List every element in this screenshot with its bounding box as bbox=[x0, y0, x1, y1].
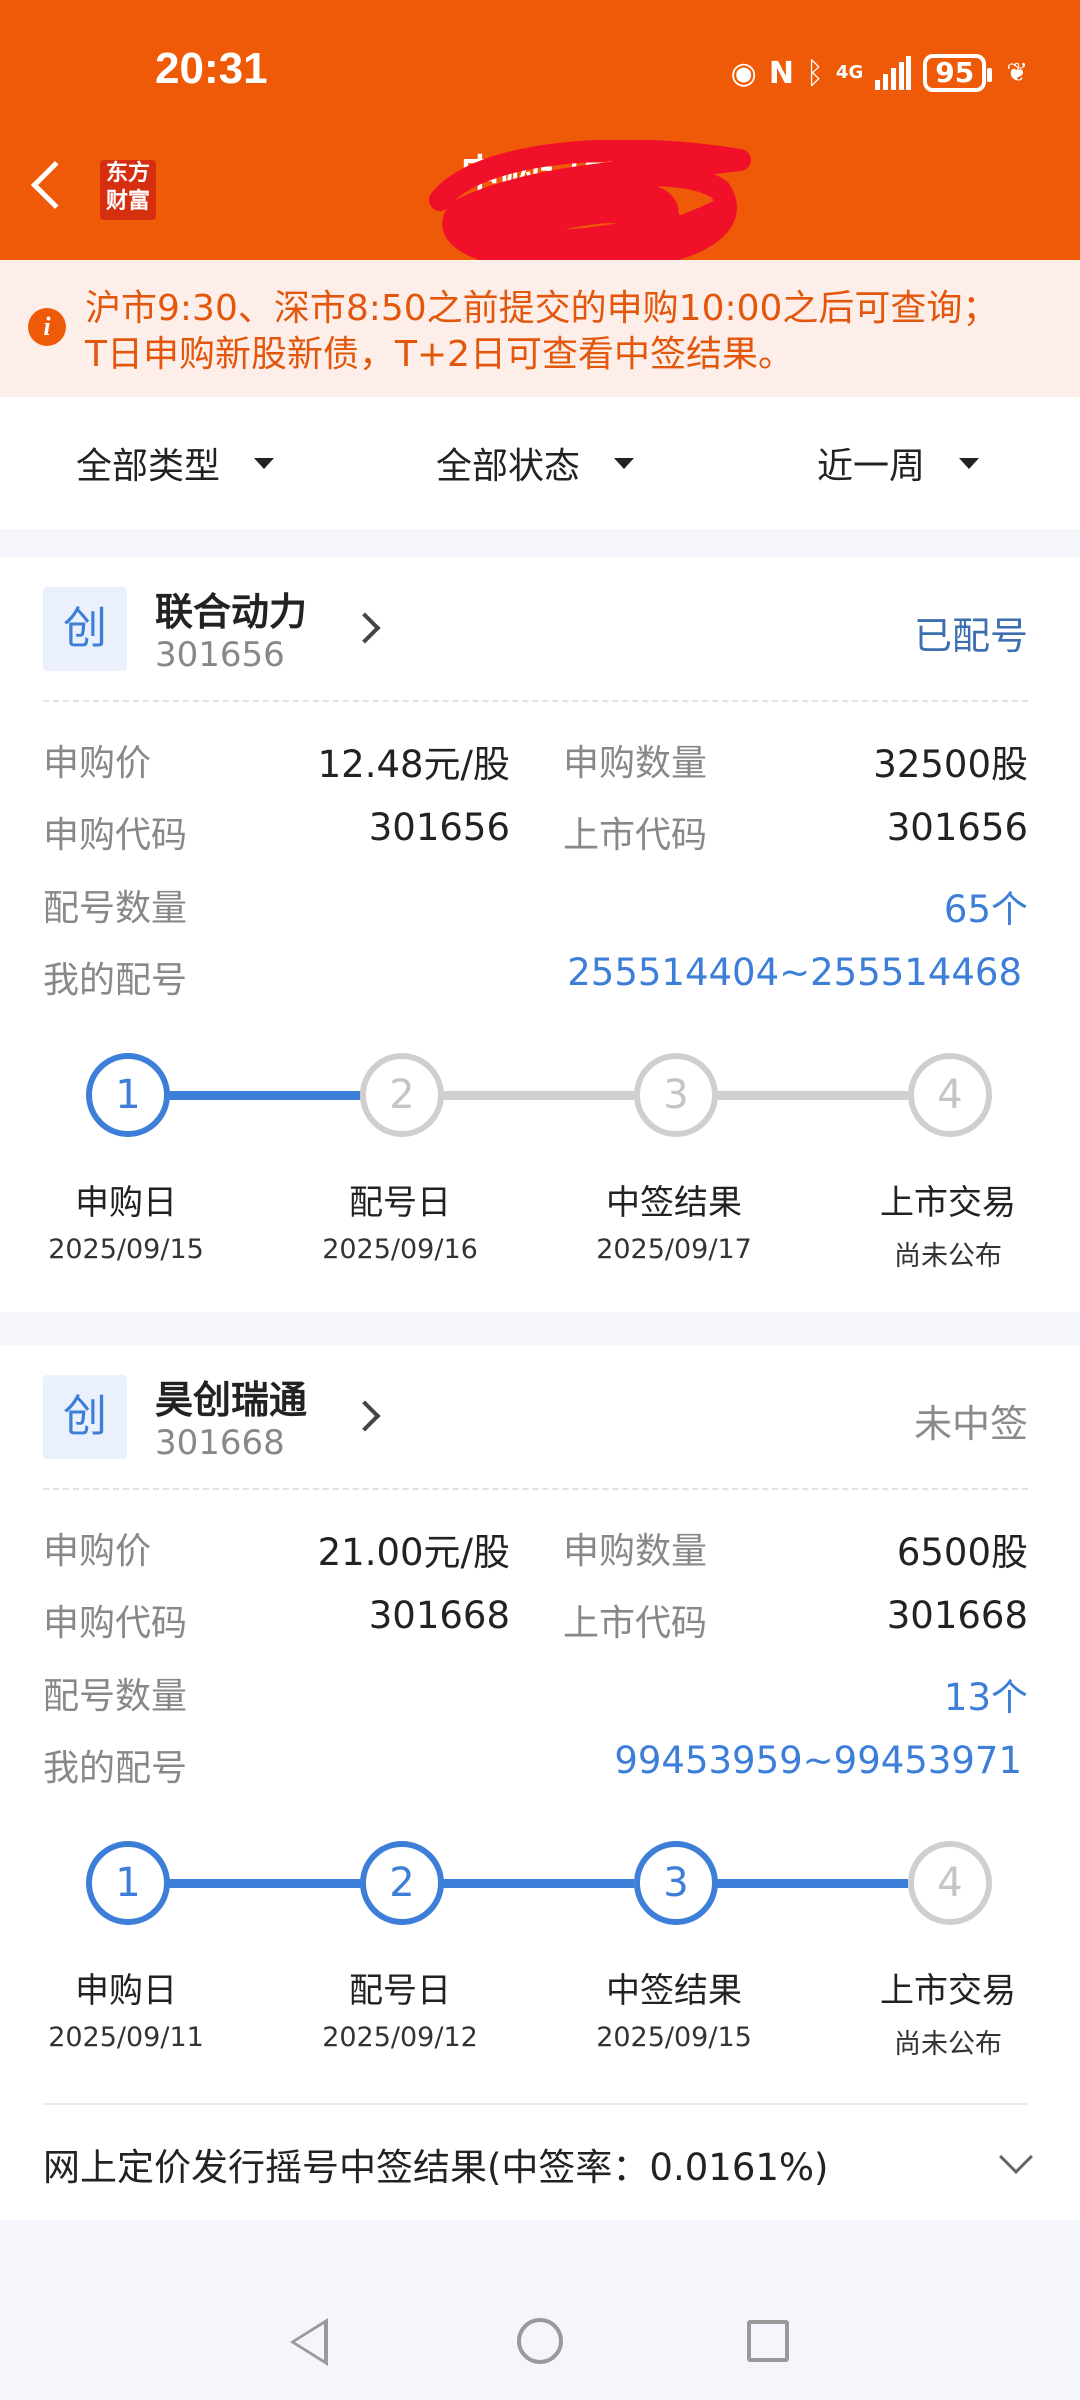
status-icons: ◉ N ᛒ 4G 95 ❦ bbox=[731, 52, 1028, 94]
filter-type-label: 全部类型 bbox=[76, 446, 221, 487]
network-type: 4G bbox=[835, 62, 864, 83]
bluetooth-icon: ᛒ bbox=[805, 55, 824, 91]
status-badge: 已配号 bbox=[913, 614, 1028, 658]
divider bbox=[43, 2103, 1028, 2105]
num-count-label: 配号数量 bbox=[43, 1676, 188, 1717]
leaf-icon: ❦ bbox=[1006, 58, 1028, 88]
signal-icon bbox=[875, 56, 912, 90]
sub-code-label: 申购代码 bbox=[43, 1603, 188, 1644]
step-date: 2025/09/17 bbox=[596, 1234, 752, 1265]
quantity-value: 6500股 bbox=[896, 1531, 1028, 1574]
step-label: 中签结果 bbox=[606, 1183, 742, 1223]
step-date: 尚未公布 bbox=[894, 2029, 1002, 2060]
step-label: 上市交易 bbox=[880, 1971, 1016, 2011]
quantity-value: 32500股 bbox=[873, 743, 1028, 786]
recent-square-icon[interactable] bbox=[747, 2320, 789, 2362]
divider bbox=[43, 1488, 1028, 1490]
battery-icon: 95 bbox=[923, 54, 993, 92]
step-label: 申购日 bbox=[75, 1971, 177, 2011]
step-label: 配号日 bbox=[349, 1971, 451, 2011]
caret-down-icon bbox=[959, 457, 980, 469]
quantity-label: 申购数量 bbox=[563, 743, 708, 784]
nfc-icon: N bbox=[768, 55, 794, 91]
chevron-down-icon[interactable] bbox=[999, 2140, 1033, 2174]
step-label: 中签结果 bbox=[606, 1971, 742, 2011]
price-value: 12.48元/股 bbox=[317, 743, 510, 786]
step-circle-2: 2 bbox=[360, 1841, 444, 1925]
step-label: 配号日 bbox=[349, 1183, 451, 1223]
my-numbers-value: 255514404~255514468 bbox=[567, 951, 1022, 994]
sub-code-label: 申购代码 bbox=[43, 815, 188, 856]
caret-down-icon bbox=[614, 457, 635, 469]
list-code-label: 上市代码 bbox=[563, 1603, 708, 1644]
subscription-card[interactable]: 创 昊创瑞通 301668 未中签 申购价 21.00元/股 申购数量 6500… bbox=[0, 1345, 1080, 2220]
num-count-value: 13个 bbox=[943, 1676, 1028, 1719]
price-label: 申购价 bbox=[43, 1531, 152, 1572]
back-triangle-icon[interactable] bbox=[290, 2318, 328, 2366]
step-date: 2025/09/12 bbox=[322, 2022, 478, 2053]
notice-banner: i 沪市9:30、深市8:50之前提交的申购10:00之后可查询；T日申购新股新… bbox=[0, 260, 1080, 397]
my-numbers-value: 99453959~99453971 bbox=[614, 1739, 1022, 1782]
step-circle-4: 4 bbox=[908, 1841, 992, 1925]
board-tag: 创 bbox=[43, 1375, 127, 1459]
step-circle-4: 4 bbox=[908, 1053, 992, 1137]
step-label: 申购日 bbox=[75, 1183, 177, 1223]
status-time: 20:31 bbox=[155, 44, 268, 93]
step-date: 2025/09/11 bbox=[48, 2022, 204, 2053]
my-numbers-label: 我的配号 bbox=[43, 1748, 188, 1789]
chevron-right-icon[interactable] bbox=[349, 1400, 381, 1432]
sub-code-value: 301656 bbox=[368, 806, 510, 849]
step-circle-1: 1 bbox=[86, 1841, 170, 1925]
step-label: 上市交易 bbox=[880, 1183, 1016, 1223]
chevron-right-icon[interactable] bbox=[349, 612, 381, 644]
list-code-value: 301656 bbox=[886, 806, 1028, 849]
filter-period[interactable]: 近一周 bbox=[817, 437, 980, 489]
num-count-value: 65个 bbox=[943, 888, 1028, 931]
brand-logo: 东方财富 bbox=[100, 160, 156, 220]
filter-period-label: 近一周 bbox=[817, 446, 926, 487]
notice-text: 沪市9:30、深市8:50之前提交的申购10:00之后可查询；T日申购新股新债，… bbox=[85, 288, 999, 375]
step-date: 2025/09/16 bbox=[322, 1234, 478, 1265]
info-icon: i bbox=[28, 308, 66, 346]
app-header: 20:31 ◉ N ᛒ 4G 95 ❦ 东方财富 申购记录 bbox=[0, 0, 1080, 273]
step-date: 尚未公布 bbox=[894, 1241, 1002, 1272]
sub-code-value: 301668 bbox=[368, 1594, 510, 1637]
stock-code: 301668 bbox=[155, 1423, 285, 1463]
step-circle-3: 3 bbox=[634, 1841, 718, 1925]
list-code-value: 301668 bbox=[886, 1594, 1028, 1637]
step-circle-1: 1 bbox=[86, 1053, 170, 1137]
divider bbox=[43, 700, 1028, 702]
filter-type[interactable]: 全部类型 bbox=[76, 437, 275, 489]
eye-icon: ◉ bbox=[730, 55, 757, 91]
stock-name: 联合动力 bbox=[155, 590, 308, 634]
board-tag: 创 bbox=[43, 587, 127, 671]
list-code-label: 上市代码 bbox=[563, 815, 708, 856]
filter-bar: 全部类型 全部状态 近一周 bbox=[0, 397, 1080, 529]
step-circle-2: 2 bbox=[360, 1053, 444, 1137]
system-nav-bar bbox=[0, 2280, 1080, 2400]
price-label: 申购价 bbox=[43, 743, 152, 784]
lottery-result-row[interactable]: 网上定价发行摇号中签结果(中签率：0.0161%) bbox=[43, 2137, 829, 2191]
subscription-card[interactable]: 创 联合动力 301656 已配号 申购价 12.48元/股 申购数量 3250… bbox=[0, 557, 1080, 1312]
filter-status[interactable]: 全部状态 bbox=[436, 437, 635, 489]
my-numbers-label: 我的配号 bbox=[43, 960, 188, 1001]
status-badge: 未中签 bbox=[913, 1402, 1028, 1446]
num-count-label: 配号数量 bbox=[43, 888, 188, 929]
home-circle-icon[interactable] bbox=[517, 2318, 563, 2364]
stock-code: 301656 bbox=[155, 635, 285, 675]
quantity-label: 申购数量 bbox=[563, 1531, 708, 1572]
caret-down-icon bbox=[254, 457, 275, 469]
filter-status-label: 全部状态 bbox=[436, 446, 581, 487]
price-value: 21.00元/股 bbox=[317, 1531, 510, 1574]
step-date: 2025/09/15 bbox=[596, 2022, 752, 2053]
step-date: 2025/09/15 bbox=[48, 1234, 204, 1265]
step-circle-3: 3 bbox=[634, 1053, 718, 1137]
stock-name: 昊创瑞通 bbox=[155, 1378, 308, 1422]
back-arrow-icon[interactable] bbox=[30, 160, 80, 210]
